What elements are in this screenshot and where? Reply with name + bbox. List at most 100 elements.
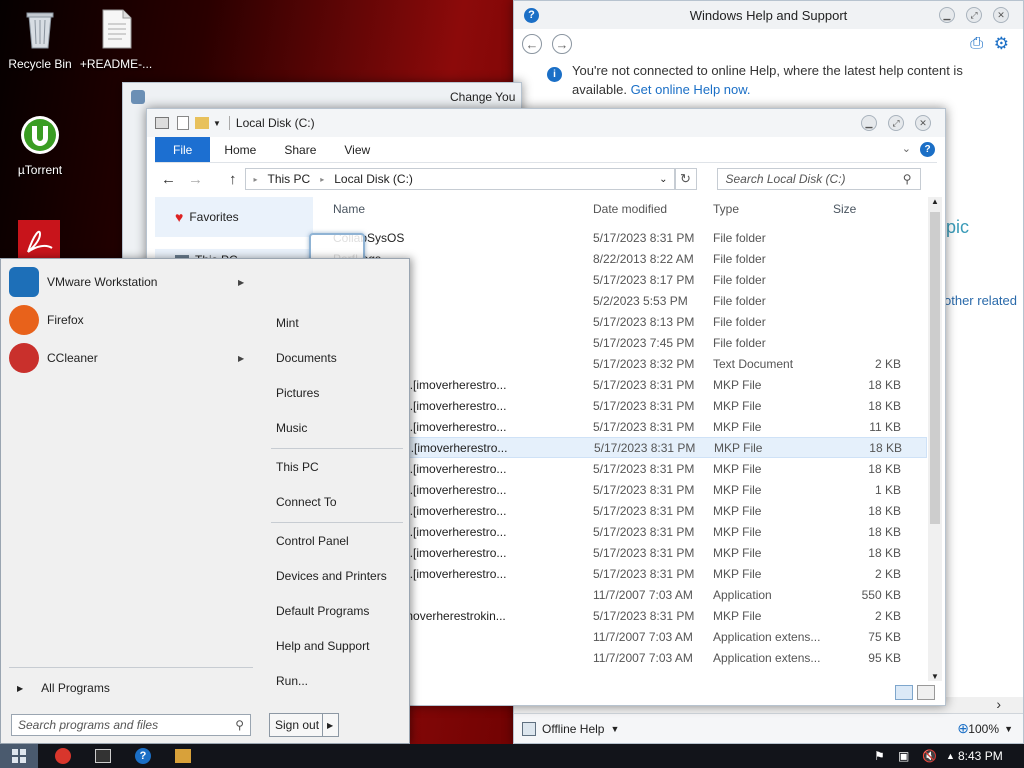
start-search-input[interactable]: Search programs and files ⚲ xyxy=(11,714,251,736)
change-titlebar[interactable]: Change You xyxy=(123,83,521,111)
start-right-link[interactable]: Run... xyxy=(276,674,308,688)
start-right-link[interactable]: This PC xyxy=(276,460,319,474)
start-program-item[interactable]: Firefox xyxy=(1,301,261,339)
up-icon[interactable]: ↑ xyxy=(229,171,237,188)
file-date: 11/7/2007 7:03 AM xyxy=(593,650,693,665)
all-programs[interactable]: ▶ All Programs xyxy=(17,681,110,695)
help-titlebar[interactable]: ? Windows Help and Support ▁ ⤢ ✕ xyxy=(514,1,1023,29)
scroll-down-icon[interactable]: ▼ xyxy=(931,672,939,681)
chevron-right-icon[interactable]: ▶ xyxy=(322,714,333,736)
explorer-titlebar[interactable]: ▼ Local Disk (C:) ▁ ⤢ ✕ xyxy=(147,109,945,137)
forward-icon[interactable]: → xyxy=(188,171,203,188)
back-icon[interactable]: ← xyxy=(161,171,176,188)
search-input[interactable]: Search Local Disk (C:) ⚲ xyxy=(716,168,921,190)
start-menu: VMware Workstation ▶ Firefox CCleaner ▶ ▶ Al… xyxy=(0,258,410,744)
taskbar-control-panel-icon[interactable] xyxy=(168,745,198,767)
chevron-right-icon[interactable]: ▶ xyxy=(238,278,244,287)
print-icon[interactable]: ⎙ xyxy=(970,35,983,53)
scrollbar-thumb[interactable] xyxy=(930,212,940,524)
file-size: 2 KB xyxy=(874,608,901,623)
adobe-reader-icon[interactable] xyxy=(18,220,60,260)
close-button[interactable]: ✕ xyxy=(993,7,1009,23)
start-right-link[interactable]: Help and Support xyxy=(276,639,369,653)
refresh-icon[interactable]: ↻ xyxy=(674,168,697,190)
start-right-link[interactable]: Pictures xyxy=(276,386,319,400)
minimize-button[interactable]: ▁ xyxy=(861,115,877,131)
tab-home[interactable]: Home xyxy=(210,137,270,162)
address-bar[interactable]: ▸ This PC ▸ Local Disk (C:) ⌄ xyxy=(244,168,675,190)
chevron-right-icon: ▶ xyxy=(17,683,24,693)
volume-muted-icon[interactable]: 🔇 xyxy=(922,749,937,763)
scroll-up-icon[interactable]: ▲ xyxy=(931,197,939,206)
chevron-right-icon[interactable]: ▶ xyxy=(238,354,244,363)
start-right-link[interactable]: Mint xyxy=(276,316,299,330)
start-button[interactable] xyxy=(0,744,38,768)
nav-favorites[interactable]: ♥ Favorites xyxy=(155,197,313,237)
chevron-down-icon[interactable]: ▼ xyxy=(1004,724,1013,734)
help-side-text-2[interactable]: other related xyxy=(944,293,1017,308)
tab-file[interactable]: File xyxy=(155,137,211,162)
table-row[interactable]: CollabSysOS 5/17/2023 8:31 PM File folder xyxy=(313,227,927,248)
desktop-icon-utorrent[interactable]: µTorrent xyxy=(0,114,80,177)
desktop-icon-readme[interactable]: +README-... xyxy=(76,8,156,71)
start-right-link[interactable]: Documents xyxy=(276,351,337,365)
start-right-link[interactable]: Default Programs xyxy=(276,604,369,618)
properties-icon[interactable] xyxy=(177,116,189,130)
column-name[interactable]: Name xyxy=(313,202,575,216)
breadcrumb-this-pc[interactable]: This PC xyxy=(268,172,311,186)
breadcrumb-local-disk[interactable]: Local Disk (C:) xyxy=(334,172,413,186)
ribbon-tabs: File Home Share View ⌄ ? xyxy=(155,137,937,163)
close-button[interactable]: ✕ xyxy=(915,115,931,131)
file-date: 5/17/2023 8:31 PM xyxy=(593,608,695,623)
online-help-link[interactable]: Get online Help now. xyxy=(631,82,751,97)
column-date-modified[interactable]: Date modified xyxy=(575,202,713,216)
large-icons-view-icon[interactable] xyxy=(917,685,935,700)
search-icon[interactable]: ⚲ xyxy=(235,718,244,732)
start-right-link[interactable]: Music xyxy=(276,421,307,435)
gear-icon[interactable]: ⚙ xyxy=(994,34,1009,54)
taskbar-help-icon[interactable]: ? xyxy=(128,745,158,767)
tab-share[interactable]: Share xyxy=(270,137,330,162)
taskbar-explorer-icon[interactable] xyxy=(88,745,118,767)
start-program-item[interactable]: CCleaner ▶ xyxy=(1,339,261,377)
flag-icon[interactable]: ⚑ xyxy=(874,749,885,763)
chevron-down-icon[interactable]: ⌄ xyxy=(659,174,667,185)
start-right-link[interactable]: Devices and Printers xyxy=(276,569,387,583)
search-icon[interactable]: ⚲ xyxy=(903,172,912,186)
firefox-icon xyxy=(9,305,39,335)
offline-notice: i You're not connected to online Help, w… xyxy=(514,59,1023,107)
zoom-level[interactable]: 100% xyxy=(968,722,999,736)
sign-out-button[interactable]: Sign out ▶ xyxy=(269,713,339,737)
file-size: 95 KB xyxy=(868,650,901,665)
start-right-link[interactable]: Connect To xyxy=(276,495,337,509)
chevron-right-icon[interactable]: › xyxy=(996,696,1001,712)
folder-icon[interactable] xyxy=(195,117,209,129)
vertical-scrollbar[interactable]: ▲ ▼ xyxy=(928,197,942,681)
forward-icon[interactable]: → xyxy=(552,34,572,54)
address-bar-row: ← → ↑ ▸ This PC ▸ Local Disk (C:) ⌄ ↻ Se… xyxy=(147,163,945,195)
column-type[interactable]: Type xyxy=(713,202,833,216)
column-size[interactable]: Size xyxy=(833,202,856,216)
help-icon[interactable]: ? xyxy=(920,142,935,157)
offline-help-label[interactable]: Offline Help xyxy=(542,722,604,736)
details-view-icon[interactable] xyxy=(895,685,913,700)
network-icon[interactable]: ▣ xyxy=(898,749,909,763)
file-type: File folder xyxy=(713,251,766,266)
start-right-link[interactable]: Control Panel xyxy=(276,534,349,548)
taskbar-ccleaner-icon[interactable] xyxy=(48,745,78,767)
tab-view[interactable]: View xyxy=(330,137,384,162)
desktop-icon-recycle-bin[interactable]: Recycle Bin xyxy=(0,8,80,71)
start-program-item[interactable]: VMware Workstation ▶ xyxy=(1,263,261,301)
maximize-button[interactable]: ⤢ xyxy=(966,7,982,23)
back-icon[interactable]: ← xyxy=(522,34,542,54)
chevron-up-icon[interactable]: ▲ xyxy=(946,751,955,761)
file-size: 18 KB xyxy=(868,398,901,413)
chevron-down-icon[interactable]: ⌄ xyxy=(902,142,911,155)
minimize-button[interactable]: ▁ xyxy=(939,7,955,23)
clock[interactable]: 8:43 PM xyxy=(958,749,1003,763)
file-type: MKP File xyxy=(713,503,762,518)
maximize-button[interactable]: ⤢ xyxy=(888,115,904,131)
chevron-down-icon[interactable]: ▼ xyxy=(610,724,619,734)
chevron-down-icon[interactable]: ▼ xyxy=(213,119,221,128)
zoom-icon[interactable]: ⊕ xyxy=(957,720,969,737)
